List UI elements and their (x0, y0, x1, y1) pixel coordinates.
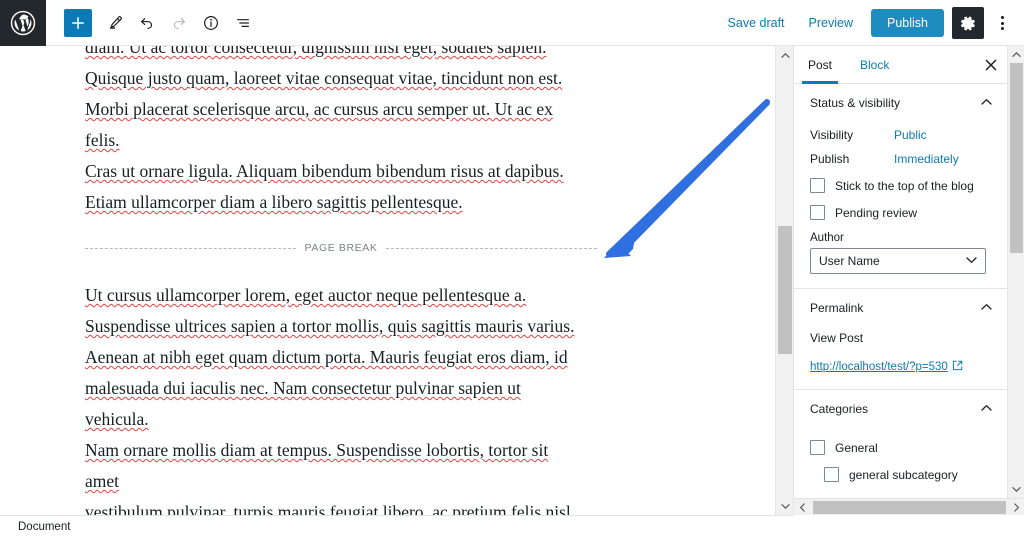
paragraph-line: Morbi placerat scelerisque arcu, ac curs… (85, 99, 553, 150)
author-select[interactable]: User Name (810, 248, 986, 274)
permalink-url-text: http://localhost/test/?p=530 (810, 361, 948, 373)
checkbox-category-general-subcategory[interactable]: general subcategory (824, 467, 992, 482)
paragraph-block-2[interactable]: Ut cursus ullamcorper lorem, eget auctor… (85, 280, 585, 515)
panel-title: Status & visibility (810, 96, 901, 110)
panel-title: Categories (810, 402, 869, 416)
author-select-value: User Name (819, 254, 880, 268)
page-break-line-right (386, 247, 598, 249)
paragraph-line: diam. Ut ac tortor consectetur, dignissi… (85, 46, 547, 57)
page-break-label: PAGE BREAK (304, 242, 378, 254)
publish-button[interactable]: Publish (871, 9, 944, 37)
scroll-left-arrow-icon[interactable] (794, 499, 811, 516)
scroll-right-arrow-icon[interactable] (1008, 499, 1024, 516)
sidebar-vertical-scrollbar[interactable] (1007, 46, 1024, 515)
scroll-down-arrow-icon[interactable] (776, 497, 794, 515)
tab-post[interactable]: Post (794, 46, 846, 84)
paragraph-line: Nam ornare mollis diam at tempus. Suspen… (85, 440, 549, 491)
paragraph-line: malesuada dui iaculis nec. Nam consectet… (85, 378, 521, 429)
sidebar-tabs: Post Block (794, 46, 1008, 84)
panel-header-status-and-visibility[interactable]: Status & visibility (810, 84, 992, 122)
page-break-line-left (85, 247, 296, 249)
editor-scroll-thumb[interactable] (778, 226, 792, 354)
close-icon[interactable] (980, 54, 1002, 76)
checkbox-label: general subcategory (849, 467, 958, 482)
visibility-label: Visibility (810, 128, 854, 142)
external-link-icon (952, 360, 963, 374)
publish-value-button[interactable]: Immediately (894, 152, 959, 166)
row-visibility: Visibility Public (810, 128, 992, 142)
sidebar-hscroll-thumb[interactable] (813, 500, 1006, 514)
checkbox-category-general[interactable]: General (810, 440, 992, 455)
paragraph-line: Aenean at nibh eget quam dictum porta. M… (85, 347, 568, 367)
tab-block[interactable]: Block (846, 46, 903, 83)
checkbox-box[interactable] (810, 440, 825, 455)
visibility-value-button[interactable]: Public (894, 128, 927, 142)
pencil-icon[interactable] (100, 8, 130, 38)
editor-canvas-area[interactable]: diam. Ut ac tortor consectetur, dignissi… (0, 46, 793, 515)
panel-permalink: Permalink View Post http://localhost/tes… (794, 289, 1008, 390)
permalink-link[interactable]: http://localhost/test/?p=530 (810, 360, 963, 374)
add-block-button[interactable] (64, 8, 92, 37)
scroll-down-arrow-icon[interactable] (1008, 481, 1024, 498)
panel-status-and-visibility: Status & visibility Visibility Public Pu… (794, 84, 1008, 289)
publish-label: Publish (810, 152, 850, 166)
wordpress-block-editor: Save draft Preview Publish diam. Ut ac t… (0, 0, 1024, 537)
panel-header-permalink[interactable]: Permalink (810, 289, 992, 327)
paragraph-line: Ut cursus ullamcorper lorem, eget auctor… (85, 285, 527, 305)
page-break-block[interactable]: PAGE BREAK (85, 242, 598, 254)
scroll-up-arrow-icon[interactable] (1008, 46, 1024, 63)
chevron-up-icon[interactable] (981, 404, 992, 414)
row-publish: Publish Immediately (810, 152, 992, 166)
chevron-down-icon[interactable] (966, 256, 977, 266)
wordpress-logo-icon[interactable] (0, 0, 46, 46)
author-field-label: Author (810, 232, 844, 244)
paragraph-line: Etiam ullamcorper diam a libero sagittis… (85, 192, 463, 212)
sidebar-scroll-thumb[interactable] (1010, 63, 1023, 253)
editor-vertical-scrollbar[interactable] (775, 46, 793, 515)
sidebar-horizontal-scrollbar[interactable] (794, 498, 1024, 515)
checkbox-label: Pending review (835, 205, 918, 220)
checkbox-sticky-post[interactable]: Stick to the top of the blog (810, 178, 992, 193)
paragraph-line: Quisque justo quam, laoreet vitae conseq… (85, 68, 563, 88)
save-draft-button[interactable]: Save draft (716, 10, 797, 36)
chevron-up-icon[interactable] (981, 98, 992, 108)
toolbar-left-group (46, 8, 258, 38)
checkbox-box[interactable] (810, 205, 825, 220)
editor-toolbar: Save draft Preview Publish (0, 0, 1024, 46)
checkbox-box[interactable] (810, 178, 825, 193)
list-view-icon[interactable] (228, 8, 258, 38)
chevron-up-icon[interactable] (981, 303, 992, 313)
gear-icon[interactable] (952, 7, 984, 39)
paragraph-block-1[interactable]: diam. Ut ac tortor consectetur, dignissi… (85, 46, 585, 218)
panel-categories: Categories General general subcategory (794, 390, 1008, 509)
editor-bottom-bar: Document (0, 515, 793, 537)
redo-arrow-icon (164, 8, 194, 38)
panel-title: Permalink (810, 301, 864, 315)
breadcrumb[interactable]: Document (18, 521, 70, 533)
post-content[interactable]: diam. Ut ac tortor consectetur, dignissi… (85, 46, 598, 515)
kebab-menu-icon[interactable] (988, 7, 1016, 39)
panel-header-categories[interactable]: Categories (810, 390, 992, 428)
checkbox-label: Stick to the top of the blog (835, 178, 974, 193)
checkbox-label: General (835, 440, 878, 455)
settings-sidebar: Post Block Status & visibility Visibilit… (793, 46, 1024, 515)
undo-arrow-icon[interactable] (132, 8, 162, 38)
view-post-label: View Post (810, 331, 864, 345)
toolbar-right-group: Save draft Preview Publish (716, 0, 1016, 46)
scroll-up-arrow-icon[interactable] (776, 46, 794, 64)
checkbox-box[interactable] (824, 467, 839, 482)
info-circle-icon[interactable] (196, 8, 226, 38)
paragraph-line: Suspendisse ultrices sapien a tortor mol… (85, 316, 575, 336)
checkbox-pending-review[interactable]: Pending review (810, 205, 992, 220)
paragraph-line: vestibulum pulvinar, turpis mauris feugi… (85, 502, 571, 515)
paragraph-line: Cras ut ornare ligula. Aliquam bibendum … (85, 161, 564, 181)
preview-button[interactable]: Preview (797, 10, 865, 36)
